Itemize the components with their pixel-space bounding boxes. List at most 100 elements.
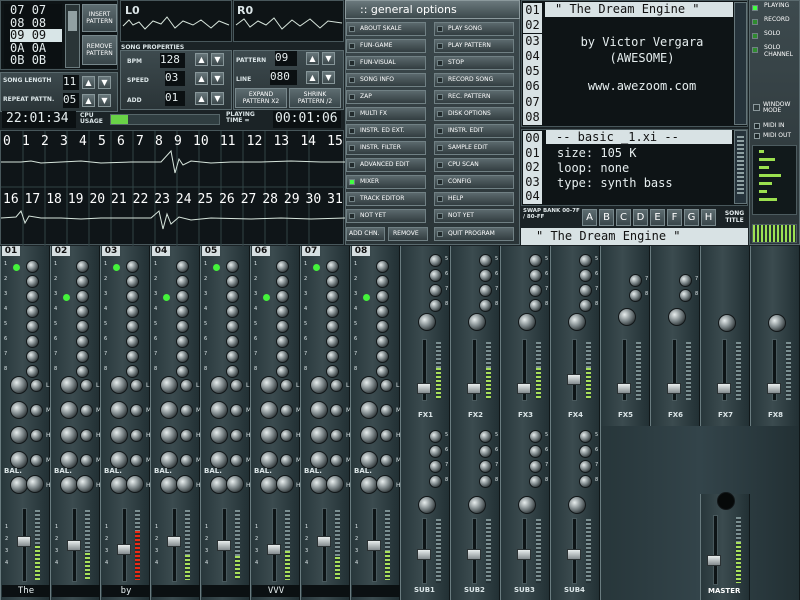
option-button[interactable]: TRACK EDITOR [346, 192, 426, 206]
eq-small-knob[interactable] [130, 404, 143, 417]
channel-name-field[interactable] [152, 585, 200, 597]
remove-pattern-button[interactable]: REMOVE PATTERN [82, 35, 117, 65]
send-knob[interactable] [176, 305, 189, 318]
eq-small-knob[interactable] [280, 429, 293, 442]
mode-row[interactable]: SOLO CHANNEL [749, 44, 800, 58]
option-button[interactable]: INSTR. FILTER [346, 141, 426, 155]
option-button[interactable]: SONG INFO [346, 73, 426, 87]
channel-fader[interactable] [117, 544, 131, 555]
eq-small-knob[interactable] [380, 454, 393, 467]
send-knob[interactable] [376, 275, 389, 288]
send-knob[interactable] [376, 305, 389, 318]
send-knob[interactable] [126, 305, 139, 318]
send-knob[interactable] [26, 335, 39, 348]
option-button[interactable]: PLAY SONG [434, 22, 514, 36]
send-knob[interactable] [226, 275, 239, 288]
shrink-pattern-button[interactable]: SHRINK PATTERN /2 [289, 88, 341, 108]
insert-pattern-button[interactable]: INSERT PATTERN [82, 4, 117, 32]
send-knob[interactable] [76, 290, 89, 303]
eq-small-knob[interactable] [30, 404, 43, 417]
fx-send-knob[interactable] [429, 254, 442, 267]
eq-small-knob[interactable] [180, 404, 193, 417]
sub-send-knob[interactable] [429, 460, 442, 473]
eq-knob[interactable] [10, 376, 28, 394]
option-button[interactable]: CONFIG [434, 175, 514, 189]
send-knob[interactable] [176, 335, 189, 348]
eq-knob[interactable] [210, 426, 228, 444]
fx-knob[interactable] [518, 313, 536, 331]
eq-small-knob[interactable] [280, 404, 293, 417]
option-button[interactable]: SAMPLE EDIT [434, 141, 514, 155]
pattern-list-scrollbar[interactable] [65, 4, 80, 68]
channel-fader[interactable] [67, 540, 81, 551]
channel-fader[interactable] [17, 536, 31, 547]
midi-out-led[interactable] [754, 133, 760, 139]
line-up-button[interactable]: ▲ [306, 71, 319, 84]
fx-send-knob[interactable] [479, 254, 492, 267]
option-button[interactable]: HELP [434, 192, 514, 206]
send-knob[interactable] [276, 290, 289, 303]
eq-small-knob[interactable] [330, 404, 343, 417]
send-knob[interactable] [176, 290, 189, 303]
eq-knob[interactable] [10, 426, 28, 444]
sub-send-knob[interactable] [579, 445, 592, 458]
send-knob[interactable] [226, 365, 239, 378]
bank-button[interactable]: A [582, 209, 597, 226]
pattern-up-button[interactable]: ▲ [306, 52, 319, 65]
sub-send-knob[interactable] [529, 445, 542, 458]
fx-knob[interactable] [618, 308, 636, 326]
send-knob[interactable] [376, 320, 389, 333]
fx-knob[interactable] [418, 313, 436, 331]
bank-button[interactable]: D [633, 209, 648, 226]
bank-button[interactable]: E [650, 209, 665, 226]
repeat-pattern-up-button[interactable]: ▲ [82, 94, 95, 107]
option-button[interactable]: FUN-GAME [346, 39, 426, 53]
send-knob[interactable] [276, 305, 289, 318]
song-length-down-button[interactable]: ▼ [98, 76, 111, 89]
eq-small-knob[interactable] [280, 454, 293, 467]
send-knob[interactable] [226, 260, 239, 273]
sub-send-knob[interactable] [479, 445, 492, 458]
fx-send-knob[interactable] [479, 284, 492, 297]
balance-knob[interactable] [376, 475, 394, 493]
send-knob[interactable] [226, 320, 239, 333]
option-button[interactable]: REC. PATTERN [434, 90, 514, 104]
option-button[interactable]: MIXER [346, 175, 426, 189]
option-button[interactable]: STOP [434, 56, 514, 70]
send-knob[interactable] [176, 260, 189, 273]
fx-fader[interactable] [467, 383, 481, 394]
sub-send-knob[interactable] [529, 460, 542, 473]
channel-name-field[interactable]: VVV [252, 585, 300, 597]
fx-send-knob[interactable] [529, 284, 542, 297]
eq-knob[interactable] [60, 401, 78, 419]
send-knob[interactable] [126, 365, 139, 378]
send-knob[interactable] [176, 275, 189, 288]
send-knob[interactable] [76, 335, 89, 348]
add-channel-button[interactable]: ADD CHN. [346, 227, 385, 241]
eq-small-knob[interactable] [130, 454, 143, 467]
eq-small-knob[interactable] [330, 379, 343, 392]
balance-knob[interactable] [26, 475, 44, 493]
channel-name-field[interactable] [302, 585, 350, 597]
eq-knob[interactable] [210, 401, 228, 419]
midi-in-led[interactable] [754, 123, 760, 129]
song-info-scrollbar[interactable] [734, 2, 747, 125]
speed-down-button[interactable]: ▼ [211, 72, 224, 85]
send-knob[interactable] [26, 320, 39, 333]
send-knob[interactable] [26, 365, 39, 378]
eq-small-knob[interactable] [230, 379, 243, 392]
option-button[interactable]: PLAY PATTERN [434, 39, 514, 53]
eq-small-knob[interactable] [80, 429, 93, 442]
send-knob[interactable] [326, 305, 339, 318]
bank-button[interactable]: F [667, 209, 682, 226]
eq-knob[interactable] [210, 376, 228, 394]
eq-small-knob[interactable] [230, 454, 243, 467]
send-knob[interactable] [276, 350, 289, 363]
eq-knob[interactable] [110, 401, 128, 419]
send-knob[interactable] [176, 350, 189, 363]
sub-fader[interactable] [417, 549, 431, 560]
sub-send-knob[interactable] [479, 475, 492, 488]
balance-knob[interactable] [176, 475, 194, 493]
eq-small-knob[interactable] [130, 379, 143, 392]
send-knob[interactable] [76, 275, 89, 288]
